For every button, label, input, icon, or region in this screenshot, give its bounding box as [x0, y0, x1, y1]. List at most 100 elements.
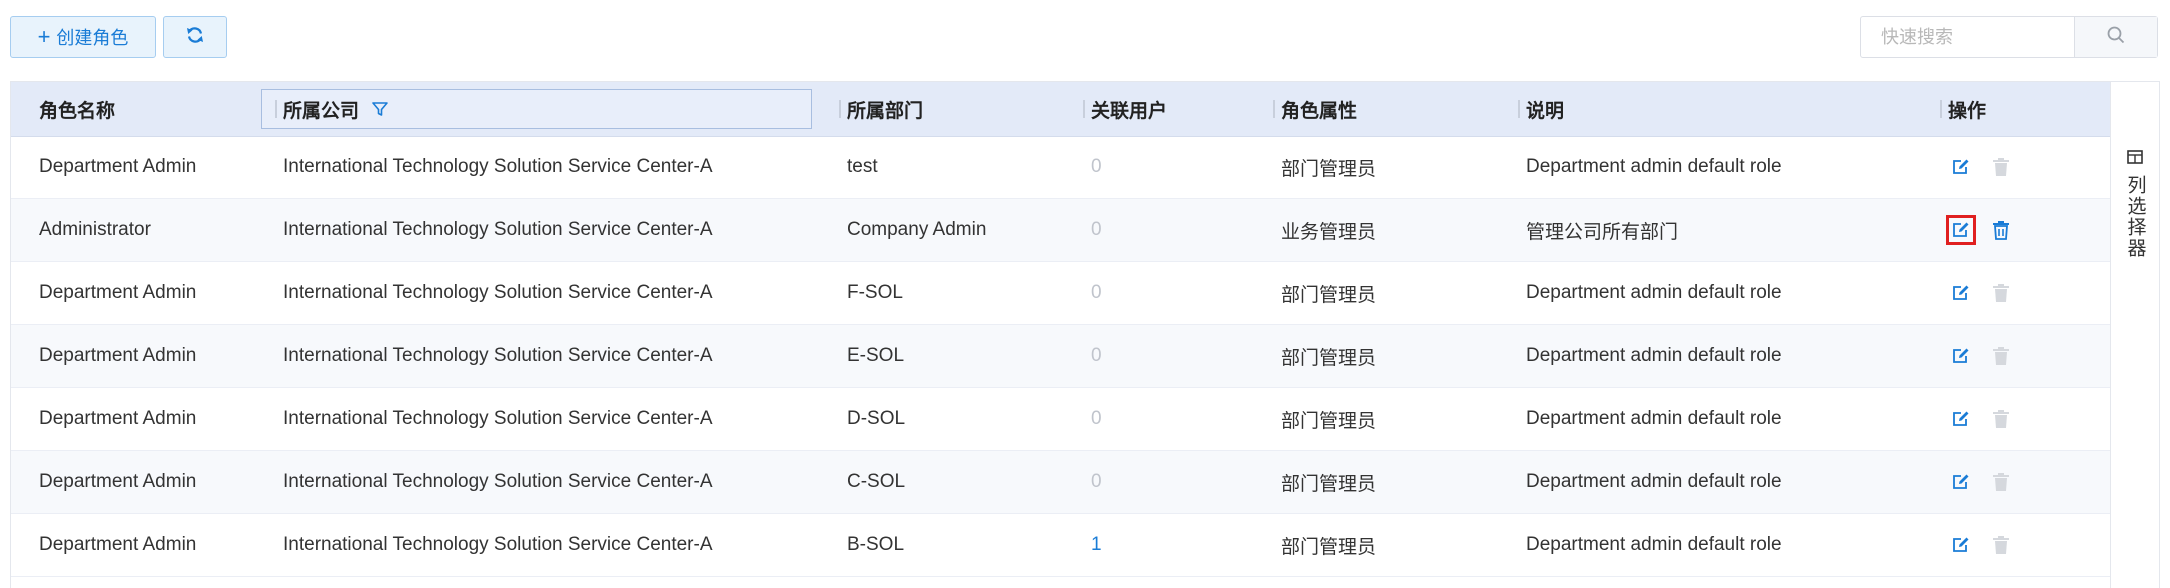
- cell-linked-users[interactable]: 1: [1091, 514, 1102, 576]
- edit-icon: [1953, 474, 1969, 489]
- delete-button: [1986, 467, 2016, 497]
- table-header: 角色名称 所属公司 所属部门 关联用户 角色属性 说明 操作: [11, 82, 2110, 137]
- col-description[interactable]: 说明: [1518, 82, 1565, 136]
- edit-button[interactable]: [1946, 530, 1976, 560]
- cell-role-attr: 部门管理员: [1281, 410, 1377, 432]
- col-description-label: 说明: [1526, 100, 1565, 122]
- search-icon: [2106, 25, 2126, 50]
- cell-department: test: [847, 156, 878, 177]
- cell-department: D-SOL: [847, 408, 906, 429]
- column-selector-label: 列选择器: [2124, 175, 2146, 259]
- cell-linked-users: 0: [1091, 471, 1102, 492]
- cell-description: Department admin default role: [1526, 471, 1782, 492]
- edit-icon: [1953, 159, 1969, 174]
- quick-search: [1860, 16, 2158, 58]
- cell-department: B-SOL: [847, 534, 905, 555]
- column-separator[interactable]: [1940, 100, 1942, 118]
- cell-role-name: Department Admin: [39, 408, 197, 429]
- col-role-name-label: 角色名称: [39, 100, 116, 122]
- cell-role-attr: 部门管理员: [1281, 536, 1377, 558]
- refresh-icon: [185, 25, 205, 50]
- table-row[interactable]: Department Admin International Technolog…: [11, 514, 2110, 577]
- row-actions: [1946, 514, 2016, 576]
- col-role-name[interactable]: 角色名称: [39, 82, 115, 136]
- cell-linked-users: 0: [1091, 408, 1102, 429]
- cell-company: International Technology Solution Servic…: [283, 408, 713, 429]
- delete-button: [1986, 341, 2016, 371]
- col-role-attr[interactable]: 角色属性: [1273, 82, 1358, 136]
- cell-department: E-SOL: [847, 345, 905, 366]
- edit-button[interactable]: [1946, 404, 1976, 434]
- cell-role-name: Department Admin: [39, 156, 197, 177]
- table-row[interactable]: Department Admin International Technolog…: [11, 388, 2110, 451]
- table-row[interactable]: Department Admin International Technolog…: [11, 136, 2110, 199]
- cell-department: Company Admin: [847, 219, 987, 240]
- trash-icon: [1993, 284, 2009, 302]
- column-separator[interactable]: [1083, 100, 1085, 118]
- column-selector-panel[interactable]: 列选择器: [2110, 81, 2160, 588]
- create-role-label: 创建角色: [56, 28, 129, 48]
- table-row[interactable]: Department Admin International Technolog…: [11, 451, 2110, 514]
- cell-role-name: Department Admin: [39, 282, 197, 303]
- search-button[interactable]: [2074, 17, 2157, 57]
- cell-department: F-SOL: [847, 282, 903, 303]
- cell-description: Department admin default role: [1526, 345, 1782, 366]
- col-actions: 操作: [1940, 82, 1987, 136]
- delete-button: [1986, 278, 2016, 308]
- cell-description: Department admin default role: [1526, 534, 1782, 555]
- cell-role-attr: 部门管理员: [1281, 158, 1377, 180]
- table-row[interactable]: Department Admin International Technolog…: [11, 325, 2110, 388]
- col-company[interactable]: 所属公司: [275, 82, 389, 136]
- cell-company: International Technology Solution Servic…: [283, 471, 713, 492]
- create-role-button[interactable]: + 创建角色: [10, 16, 156, 58]
- edit-button[interactable]: [1946, 278, 1976, 308]
- edit-button[interactable]: [1946, 215, 1976, 245]
- search-input[interactable]: [1861, 17, 2077, 57]
- col-linked-users[interactable]: 关联用户: [1083, 82, 1167, 136]
- edit-button[interactable]: [1946, 467, 1976, 497]
- cell-description: Department admin default role: [1526, 408, 1782, 429]
- cell-role-attr: 业务管理员: [1281, 221, 1377, 243]
- trash-icon: [1993, 410, 2009, 428]
- columns-icon: [2127, 150, 2143, 169]
- delete-button: [1986, 404, 2016, 434]
- delete-button: [1986, 530, 2016, 560]
- column-separator[interactable]: [839, 100, 841, 118]
- cell-description: 管理公司所有部门: [1526, 221, 1679, 243]
- edit-button[interactable]: [1946, 341, 1976, 371]
- col-role-attr-label: 角色属性: [1281, 100, 1358, 122]
- col-department[interactable]: 所属部门: [839, 82, 923, 136]
- table-row[interactable]: Department Admin International Technolog…: [11, 262, 2110, 325]
- row-actions: [1946, 199, 2016, 261]
- toolbar: + 创建角色: [0, 0, 2170, 76]
- refresh-button[interactable]: [163, 16, 227, 58]
- cell-description: Department admin default role: [1526, 156, 1782, 177]
- column-separator[interactable]: [1518, 100, 1520, 118]
- cell-company: International Technology Solution Servic…: [283, 282, 713, 303]
- trash-icon: [1993, 347, 2009, 365]
- cell-role-attr: 部门管理员: [1281, 347, 1377, 369]
- edit-button[interactable]: [1946, 152, 1976, 182]
- row-actions: [1946, 451, 2016, 513]
- filter-icon[interactable]: [371, 100, 389, 118]
- column-separator[interactable]: [1273, 100, 1275, 118]
- edit-icon: [1953, 222, 1969, 237]
- cell-linked-users: 0: [1091, 156, 1102, 177]
- row-actions: [1946, 388, 2016, 450]
- table-row[interactable]: Administrator International Technology S…: [11, 199, 2110, 262]
- cell-company: International Technology Solution Servic…: [283, 219, 713, 240]
- cell-linked-users: 0: [1091, 345, 1102, 366]
- cell-company: International Technology Solution Servic…: [283, 534, 713, 555]
- delete-button[interactable]: [1986, 215, 2016, 245]
- delete-button: [1986, 152, 2016, 182]
- cell-company: International Technology Solution Servic…: [283, 156, 713, 177]
- trash-icon: [1993, 536, 2009, 554]
- column-separator[interactable]: [275, 100, 277, 118]
- cell-company: International Technology Solution Servic…: [283, 345, 713, 366]
- edit-icon: [1953, 285, 1969, 300]
- row-actions: [1946, 325, 2016, 387]
- row-actions: [1946, 262, 2016, 324]
- cell-role-name: Department Admin: [39, 471, 197, 492]
- cell-description: Department admin default role: [1526, 282, 1782, 303]
- col-actions-label: 操作: [1948, 100, 1987, 122]
